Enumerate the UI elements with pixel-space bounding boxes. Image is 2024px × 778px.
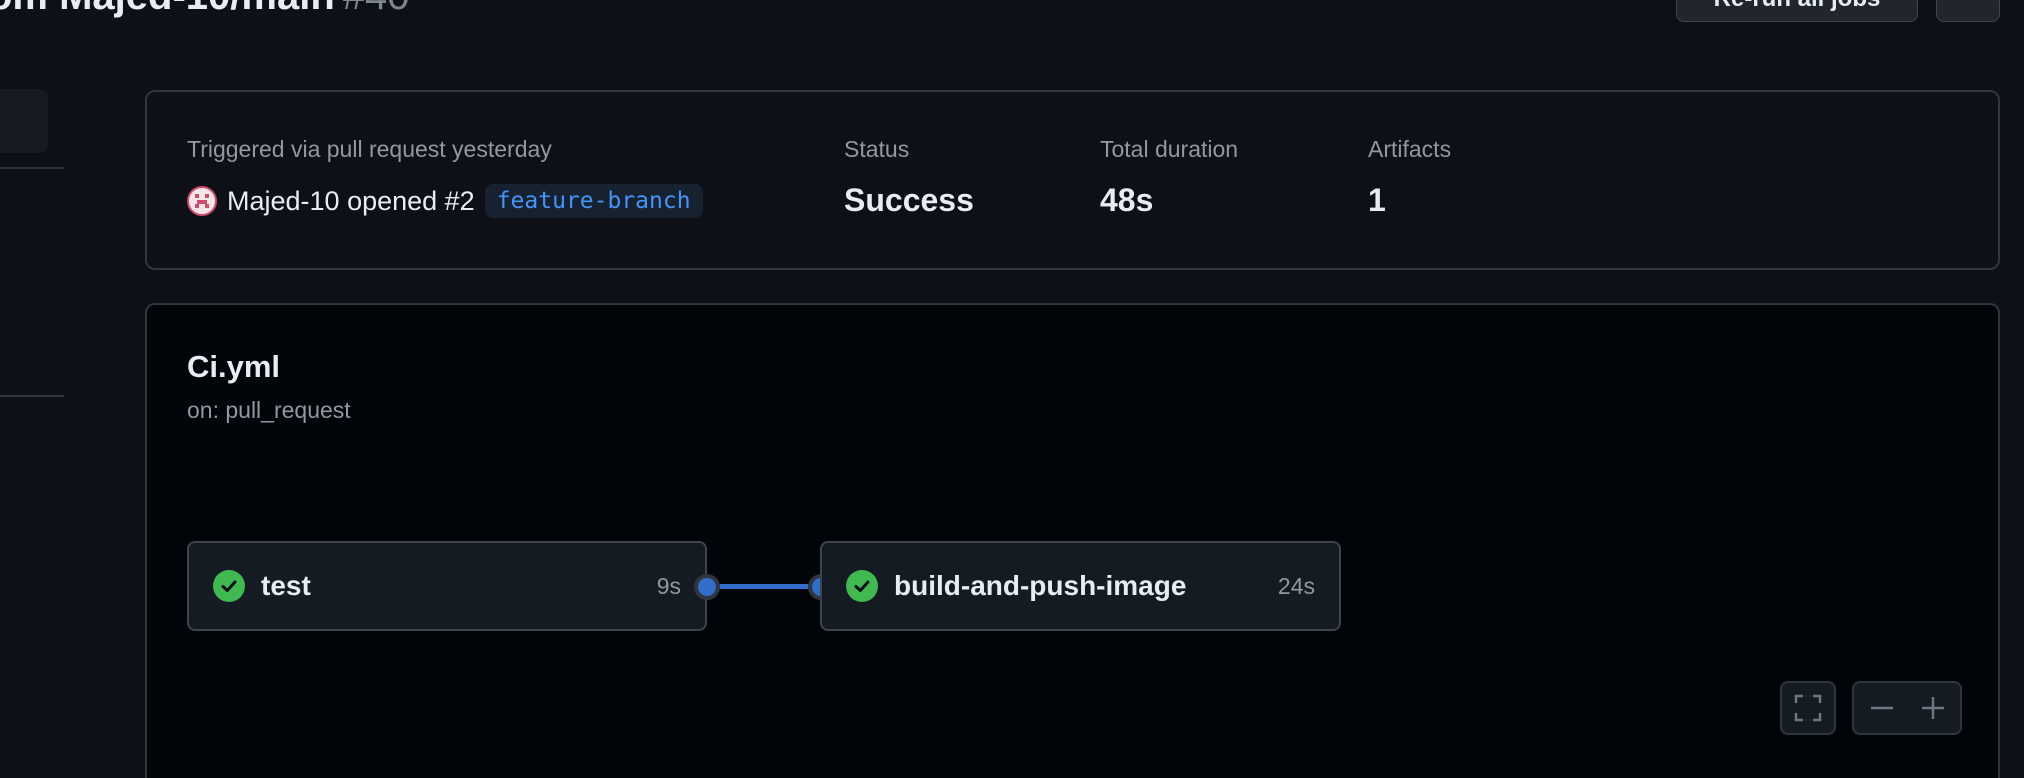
job-node-test[interactable]: test 9s (187, 541, 707, 631)
workflow-run-page: om Majed-10/main #40 Re-run all jobs Trig… (0, 0, 2024, 778)
trigger-details: Majed-10 opened #2 feature-branch (187, 184, 703, 218)
rerun-all-jobs-button[interactable]: Re-run all jobs (1676, 0, 1918, 22)
run-number: #40 (343, 0, 410, 18)
job-output-port (694, 574, 720, 600)
status-label: Status (844, 136, 910, 162)
zoom-in-button[interactable] (1907, 683, 1958, 733)
workflow-file-name: Ci.yml (187, 349, 281, 384)
zoom-in-icon (1921, 697, 1944, 719)
job-name: build-and-push-image (894, 570, 1187, 601)
fullscreen-button[interactable] (1780, 681, 1836, 735)
run-title: om Majed-10/main (0, 0, 335, 18)
page-title: om Majed-10/main #40 (0, 0, 410, 19)
more-options-button[interactable] (1936, 0, 2000, 22)
check-circle-icon (213, 570, 245, 602)
duration-value: 48s (1100, 182, 1154, 218)
run-summary-card: Triggered via pull request yesterday Maj… (145, 90, 2000, 270)
sidebar-divider (0, 167, 64, 169)
branch-badge[interactable]: feature-branch (484, 184, 703, 218)
job-duration: 9s (656, 572, 681, 599)
trigger-label: Triggered via pull request yesterday (187, 136, 552, 162)
artifacts-value[interactable]: 1 (1368, 182, 1386, 219)
zoom-out-button[interactable] (1856, 683, 1907, 733)
zoom-controls (1852, 681, 1962, 735)
fullscreen-icon (1794, 694, 1822, 722)
workflow-graph-card: Ci.yml on: pull_request test 9s build-an… (145, 303, 2000, 778)
avatar[interactable] (187, 186, 217, 216)
artifacts-label: Artifacts (1368, 136, 1452, 162)
zoom-out-icon (1870, 706, 1893, 710)
status-value: Success (844, 182, 974, 218)
workflow-trigger: on: pull_request (187, 397, 351, 423)
sidebar-divider (0, 395, 64, 397)
duration-label: Total duration (1100, 136, 1239, 162)
job-duration: 24s (1277, 572, 1315, 599)
job-name: test (261, 570, 311, 601)
sidebar-item-summary[interactable] (0, 89, 48, 153)
job-node-build-and-push-image[interactable]: build-and-push-image 24s (820, 541, 1341, 631)
check-circle-icon (846, 570, 878, 602)
trigger-actor[interactable]: Majed-10 opened #2 (227, 186, 475, 217)
